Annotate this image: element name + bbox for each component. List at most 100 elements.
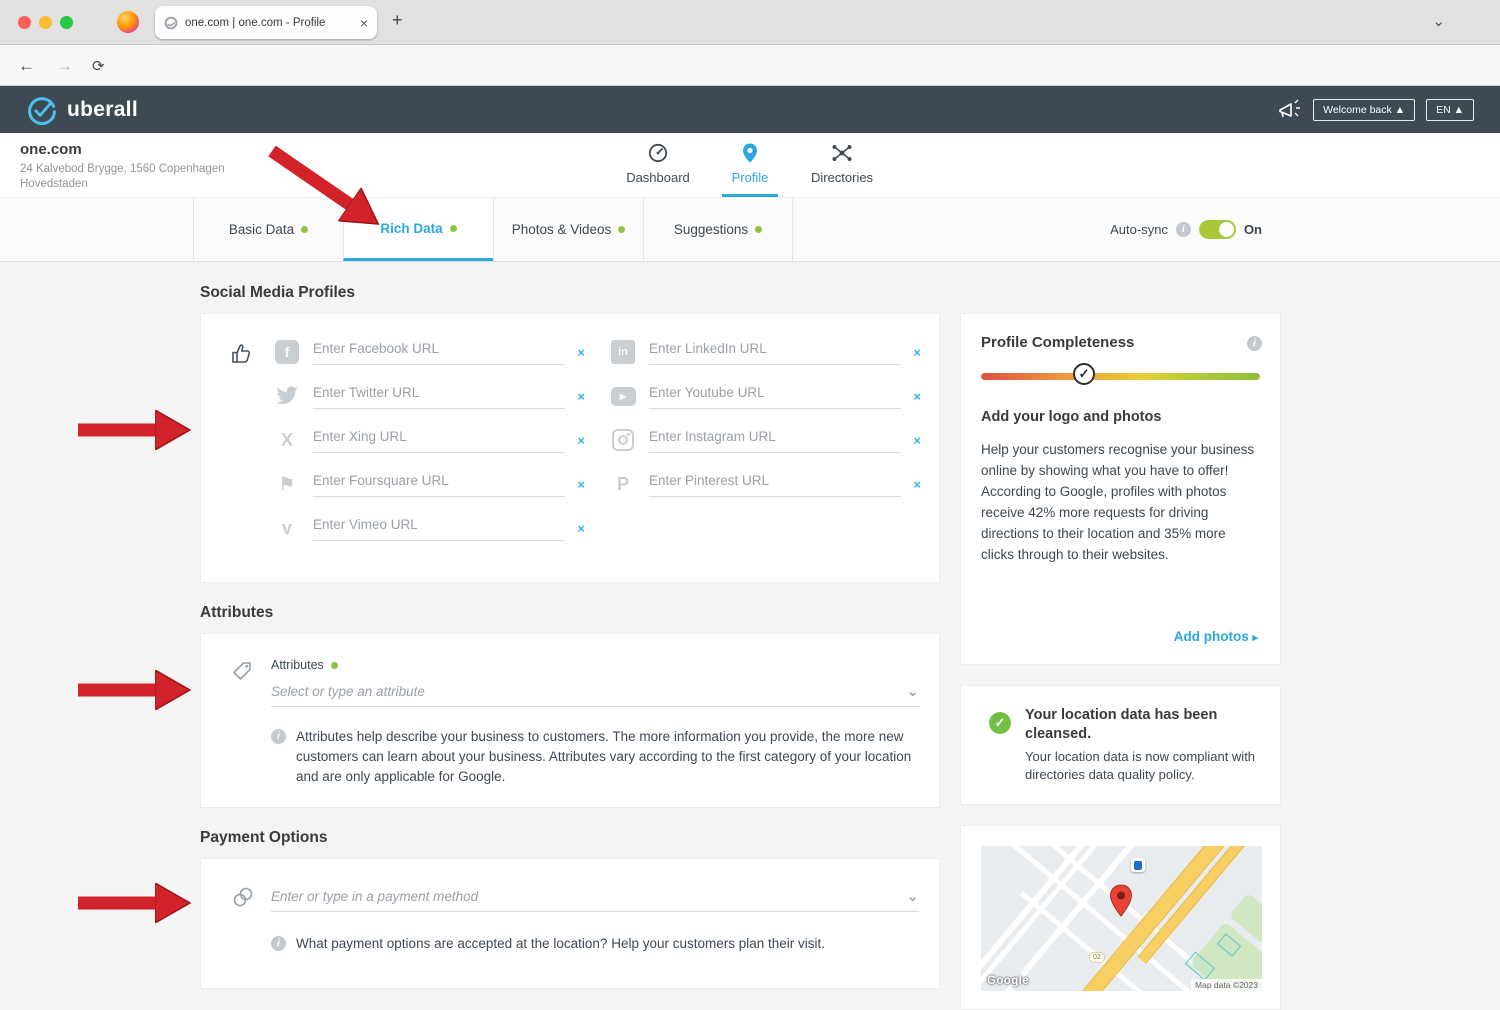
green-check-icon: ✓ [989,712,1011,734]
macos-zoom-button[interactable] [60,16,73,29]
macos-close-button[interactable] [18,16,31,29]
instagram-icon [612,429,634,451]
profile-tab-bar: Basic Data Rich Data Photos & Videos Sug… [0,197,1500,262]
clear-vimeo-icon[interactable]: × [577,521,585,536]
clear-facebook-icon[interactable]: × [577,345,585,360]
clear-foursquare-icon[interactable]: × [577,477,585,492]
location-header: one.com 24 Kalvebod Brygge, 1560 Copenha… [0,133,1500,197]
cleansed-body: Your location data is now compliant with… [1025,748,1260,784]
tab-rich-data[interactable]: Rich Data [343,198,493,261]
completeness-info-icon[interactable]: i [1247,336,1262,351]
facebook-icon: f [275,340,299,364]
caret-right-icon: ▸ [1252,632,1258,644]
attributes-select[interactable]: ⌄ [271,684,919,707]
list-tabs-chevron-icon[interactable]: ⌄ [1432,12,1445,30]
payment-heading: Payment Options [200,828,940,848]
pinterest-icon: P [617,474,629,495]
payment-select[interactable]: ⌄ [271,889,919,912]
pinterest-url-input[interactable] [649,473,901,488]
reload-button[interactable]: ⟳ [92,57,105,75]
uberall-logo: uberall [26,94,138,126]
foursquare-icon: ⚑ [279,474,295,495]
clear-twitter-icon[interactable]: × [577,389,585,404]
autosync-label: Auto-sync [1110,222,1168,237]
browser-tab[interactable]: one.com | one.com - Profile × [155,6,377,39]
status-dot [450,225,457,232]
linkedin-url-input[interactable] [649,341,901,356]
transit-station-icon [1131,858,1145,872]
linkedin-icon: in [611,340,635,364]
xing-url-input[interactable] [313,429,565,444]
attributes-input[interactable] [271,684,906,699]
attributes-card: Attributes ⌄ i Attributes help describe … [200,633,940,808]
cleansed-title: Your location data has been cleansed. [1025,706,1260,744]
completeness-subheading: Add your logo and photos [981,409,1260,425]
clear-pinterest-icon[interactable]: × [913,477,921,492]
app-header: uberall Welcome back ▲ EN ▲ [0,86,1500,133]
directories-icon [830,142,854,164]
welcome-back-button[interactable]: Welcome back ▲ [1313,99,1415,121]
youtube-icon: ▶ [611,387,636,406]
info-icon: i [271,729,286,744]
profile-completeness-title: Profile Completeness [961,314,1280,351]
social-field-row: X × [273,418,585,462]
new-tab-button[interactable]: + [392,10,403,31]
instagram-url-input[interactable] [649,429,901,444]
tab-title: one.com | one.com - Profile [185,17,353,29]
vimeo-url-input[interactable] [313,517,565,532]
status-dot [301,226,308,233]
chevron-down-icon[interactable]: ⌄ [906,892,919,902]
road-number-label: 02 [1089,952,1105,963]
clear-linkedin-icon[interactable]: × [913,345,921,360]
nav-item-directories[interactable]: Directories [810,133,874,197]
status-dot [331,662,338,669]
forward-button: → [56,56,73,76]
nav-item-dashboard[interactable]: Dashboard [626,133,690,197]
youtube-url-input[interactable] [649,385,901,400]
announcement-icon[interactable] [1276,98,1302,122]
profile-completeness-card: Profile Completeness i ✓ Add your logo a… [960,313,1281,665]
twitter-url-input[interactable] [313,385,565,400]
location-map[interactable]: 02 Google Map data ©2023 [981,846,1262,991]
attributes-info-text: Attributes help describe your business t… [296,727,919,787]
tab-close-icon[interactable]: × [360,15,368,31]
map-pin-icon [1109,884,1133,918]
social-field-row: ▶ × [609,374,921,418]
social-media-card: f × × X × [200,313,940,583]
foursquare-url-input[interactable] [313,473,565,488]
completeness-marker-icon: ✓ [1073,363,1095,385]
tab-photos-videos[interactable]: Photos & Videos [493,198,643,261]
completeness-body: Help your customers recognise your busin… [981,439,1260,565]
clear-instagram-icon[interactable]: × [913,433,921,448]
payment-input[interactable] [271,889,906,904]
facebook-url-input[interactable] [313,341,565,356]
dashboard-icon [647,142,669,164]
social-field-row: f × [273,330,585,374]
clear-youtube-icon[interactable]: × [913,389,921,404]
tab-basic-data[interactable]: Basic Data [193,198,343,261]
thumbs-up-icon [229,342,253,366]
tab-suggestions[interactable]: Suggestions [643,198,793,261]
language-button[interactable]: EN ▲ [1426,99,1474,121]
payment-info-text: What payment options are accepted at the… [296,934,825,954]
attributes-heading: Attributes [200,603,940,623]
social-field-row: × [273,374,585,418]
uberall-logo-icon [26,94,58,126]
autosync-info-icon[interactable]: i [1176,222,1191,237]
add-photos-link[interactable]: Add photos ▸ [1174,629,1258,644]
social-field-row: in × [609,330,921,374]
chevron-down-icon[interactable]: ⌄ [906,687,919,697]
autosync-toggle[interactable] [1199,220,1236,239]
profile-pin-icon [739,142,761,164]
nav-item-profile[interactable]: Profile [718,133,782,197]
main-nav: Dashboard Profile Directories [0,133,1500,197]
attributes-field-label: Attributes [271,658,324,672]
map-card: 02 Google Map data ©2023 [960,825,1281,1010]
clear-xing-icon[interactable]: × [577,433,585,448]
back-button[interactable]: ← [18,56,35,76]
tab-favicon [164,16,178,30]
data-cleansed-card: ✓ Your location data has been cleansed. … [960,685,1281,805]
social-media-heading: Social Media Profiles [200,283,940,303]
social-field-row: P × [609,462,921,506]
macos-minimize-button[interactable] [39,16,52,29]
